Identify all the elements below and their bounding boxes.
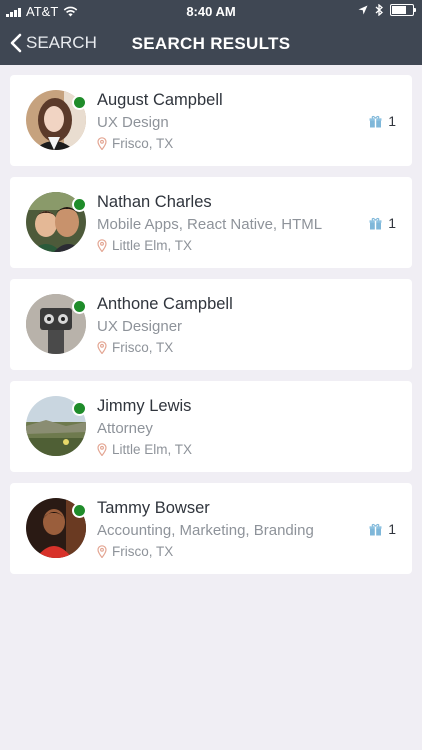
result-title: UX Design	[97, 114, 169, 131]
status-bar: AT&T 8:40 AM	[0, 0, 422, 22]
result-title: Mobile Apps, React Native, HTML	[97, 216, 323, 233]
result-location-text: Frisco, TX	[112, 340, 174, 355]
page-title: SEARCH RESULTS	[131, 34, 291, 53]
result-location-text: Little Elm, TX	[112, 238, 193, 253]
location-arrow-icon	[358, 5, 368, 15]
gift-icon	[369, 217, 382, 229]
online-status-dot	[72, 401, 87, 416]
result-location: Frisco, TX	[97, 136, 173, 151]
map-pin-icon	[97, 341, 107, 354]
result-title: Attorney	[97, 420, 153, 437]
result-location: Little Elm, TX	[97, 442, 192, 457]
bluetooth-icon	[375, 4, 383, 16]
map-pin-icon	[97, 443, 107, 456]
result-card[interactable]: Nathan Charles Mobile Apps, React Native…	[10, 177, 412, 268]
badge-count: 1	[388, 215, 396, 231]
map-pin-icon	[97, 545, 107, 558]
result-card[interactable]: August Campbell UX Design Frisco, TX 1	[10, 75, 412, 166]
result-location: Frisco, TX	[97, 340, 173, 355]
result-card[interactable]: Tammy Bowser Accounting, Marketing, Bran…	[10, 483, 412, 574]
result-title: Accounting, Marketing, Branding	[97, 522, 314, 539]
online-status-dot	[72, 95, 87, 110]
nav-bar: SEARCH SEARCH RESULTS	[0, 22, 422, 65]
badge-count: 1	[388, 521, 396, 537]
result-location-text: Frisco, TX	[112, 544, 174, 559]
badge-count: 1	[388, 113, 396, 129]
result-name: August Campbell	[97, 91, 223, 109]
result-location: Frisco, TX	[97, 544, 173, 559]
result-location-text: Little Elm, TX	[112, 442, 193, 457]
results-list: August Campbell UX Design Frisco, TX 1 N…	[10, 75, 412, 585]
gift-badge[interactable]: 1	[369, 521, 396, 537]
gift-icon	[369, 523, 382, 535]
gift-badge[interactable]: 1	[369, 113, 396, 129]
battery-icon	[390, 4, 416, 16]
online-status-dot	[72, 197, 87, 212]
online-status-dot	[72, 299, 87, 314]
result-name: Jimmy Lewis	[97, 397, 192, 415]
result-location: Little Elm, TX	[97, 238, 192, 253]
result-name: Nathan Charles	[97, 193, 212, 211]
gift-badge[interactable]: 1	[369, 215, 396, 231]
result-card[interactable]: Jimmy Lewis Attorney Little Elm, TX	[10, 381, 412, 472]
map-pin-icon	[97, 239, 107, 252]
result-name: Anthone Campbell	[97, 295, 233, 313]
map-pin-icon	[97, 137, 107, 150]
online-status-dot	[72, 503, 87, 518]
result-name: Tammy Bowser	[97, 499, 210, 517]
gift-icon	[369, 115, 382, 127]
result-location-text: Frisco, TX	[112, 136, 174, 151]
result-card[interactable]: Anthone Campbell UX Designer Frisco, TX	[10, 279, 412, 370]
result-title: UX Designer	[97, 318, 183, 335]
